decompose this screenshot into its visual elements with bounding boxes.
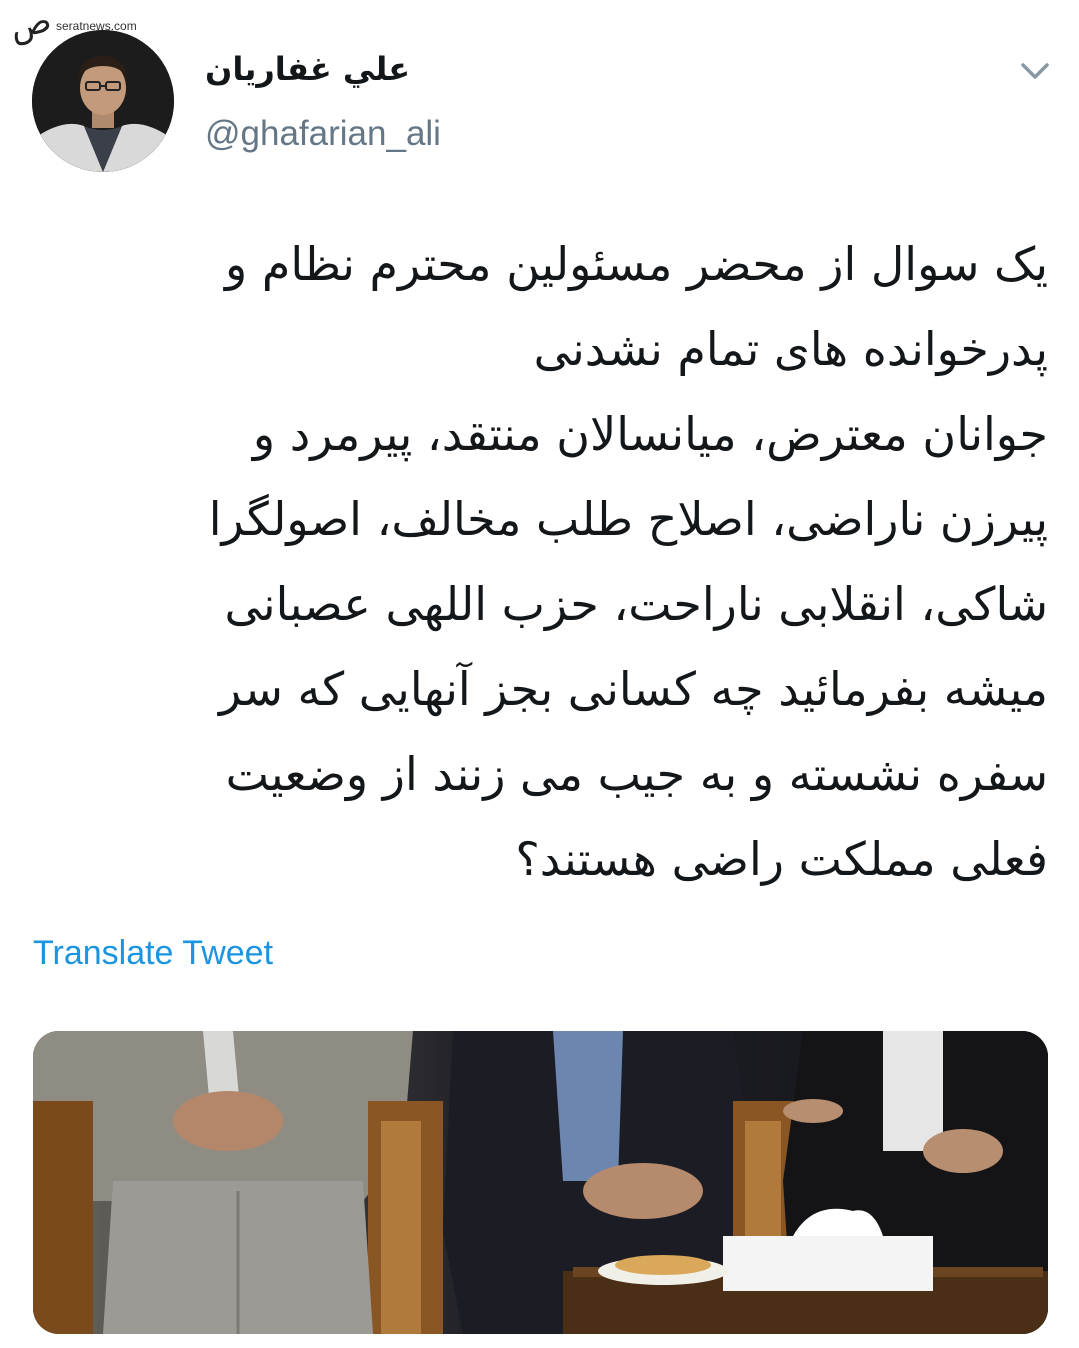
tweet-text-line: میشه بفرمائید چه کسانی بجز آنهایی که سر: [218, 662, 1048, 716]
chevron-down-icon[interactable]: [1018, 58, 1052, 84]
watermark-logo: ص: [6, 0, 55, 48]
tweet-text-line: سفره نشسته و به جیب می زنند از وضعیت: [225, 747, 1048, 801]
photo-image: [33, 1031, 1048, 1334]
tweet-text-line: فعلی مملکت راضی هستند؟: [515, 832, 1048, 886]
translate-tweet-link[interactable]: Translate Tweet: [33, 934, 273, 973]
tweet-text-line: شاکی، انقلابی ناراحت، حزب اللهی عصبانی: [224, 577, 1048, 631]
avatar-image: [32, 30, 174, 172]
tweet-text-line: جوانان معترض، میانسالان منتقد، پیرمرد و: [252, 407, 1048, 461]
tweet-media-photo[interactable]: [33, 1031, 1048, 1334]
tweet-text-line: یک سوال از محضر مسئولین محترم نظام و: [225, 237, 1048, 291]
tweet-text-line: پدرخوانده های تمام نشدنی: [533, 322, 1048, 376]
author-handle[interactable]: @ghafarian_ali: [205, 114, 441, 154]
tweet-text: یک سوال از محضر مسئولین محترم نظام و پدر…: [90, 222, 1048, 902]
author-display-name[interactable]: علي غفاريان: [205, 50, 410, 88]
avatar[interactable]: [32, 30, 174, 172]
tweet-text-line: پیرزن ناراضی، اصلاح طلب مخالف، اصولگرا: [208, 492, 1048, 546]
